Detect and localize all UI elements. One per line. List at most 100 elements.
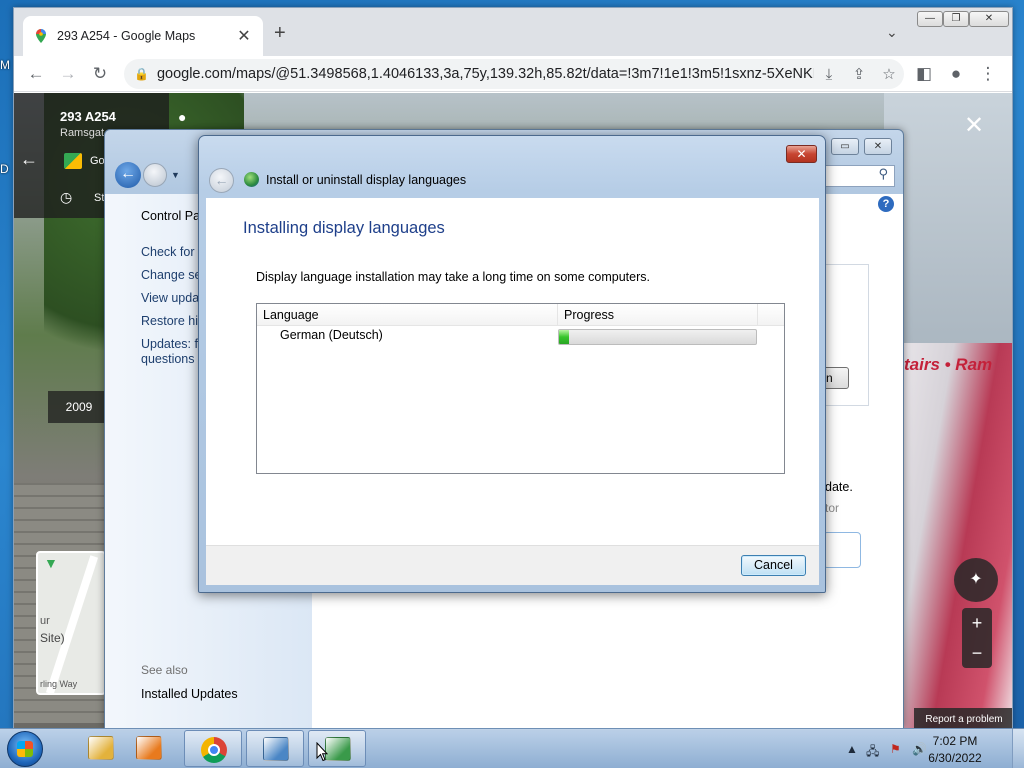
- column-header-language[interactable]: Language: [257, 304, 558, 326]
- language-installer-icon: [325, 737, 351, 761]
- address-bar[interactable]: 🔒 google.com/maps/@51.3498568,1.4046133,…: [124, 59, 904, 89]
- close-street-view-icon[interactable]: ✕: [964, 111, 984, 140]
- reload-icon[interactable]: ↻: [88, 62, 112, 86]
- tab-close-icon[interactable]: ✕: [235, 26, 253, 46]
- tab-search-chevron-icon[interactable]: ⌄: [886, 24, 898, 41]
- clock-time[interactable]: 7:02 PM: [920, 734, 990, 748]
- language-list[interactable]: Language Progress German (Deutsch): [256, 303, 785, 474]
- installed-updates-link[interactable]: Installed Updates: [141, 687, 238, 701]
- google-maps-logo-icon[interactable]: [64, 153, 82, 169]
- update-info-box: [823, 532, 861, 568]
- minimize-button[interactable]: —: [917, 11, 943, 27]
- street-view-town: Ramsgat: [60, 127, 105, 139]
- zoom-in-button[interactable]: +: [962, 608, 992, 638]
- view-update-history-link[interactable]: View updat: [141, 291, 203, 305]
- cp-history-dropdown-icon[interactable]: ▼: [171, 170, 180, 180]
- minimap-road: [45, 555, 99, 693]
- cancel-button[interactable]: Cancel: [741, 555, 806, 576]
- dialog-title: Install or uninstall display languages: [266, 173, 467, 187]
- language-progress-bar: [558, 329, 757, 345]
- cp-search-icon[interactable]: ⚲: [817, 165, 895, 187]
- updates-faq-link[interactable]: Updates: fr: [141, 337, 202, 351]
- cp-forward-arrow-icon[interactable]: [143, 163, 167, 187]
- dialog-heading: Installing display languages: [243, 219, 445, 237]
- minimap-street-name: rling Way: [40, 679, 78, 689]
- tab-strip: 293 A254 - Google Maps ✕ + ⌄ — ❐ ✕: [14, 8, 1012, 56]
- share-icon[interactable]: ⇪: [844, 65, 874, 83]
- google-chrome-icon: [201, 737, 227, 763]
- action-center-flag-icon[interactable]: ⚑: [890, 742, 901, 756]
- dialog-footer: Cancel: [206, 545, 819, 585]
- cp-home-link[interactable]: Control Pa: [141, 209, 200, 223]
- language-list-header: Language Progress: [257, 304, 784, 326]
- street-view-address: 293 A254: [60, 109, 116, 124]
- back-arrow-icon[interactable]: ←: [24, 62, 48, 86]
- bookmark-star-icon[interactable]: ☆: [874, 65, 904, 83]
- dialog-content: Installing display languages Display lan…: [206, 198, 819, 545]
- list-item[interactable]: German (Deutsch): [257, 326, 784, 348]
- control-panel-icon: [263, 737, 289, 761]
- street-view-bus: [899, 343, 1012, 729]
- new-tab-button[interactable]: +: [274, 22, 286, 45]
- location-pin-icon[interactable]: ●: [178, 109, 186, 125]
- progress-bar-fill: [559, 330, 569, 344]
- desktop-text-d: D: [0, 162, 9, 176]
- google-maps-pin-icon: [36, 29, 46, 43]
- lock-icon[interactable]: 🔒: [134, 67, 149, 81]
- cp-maximize-button[interactable]: ▭: [831, 138, 859, 155]
- dialog-close-button[interactable]: ✕: [786, 145, 817, 163]
- taskbar-media-player[interactable]: [120, 730, 178, 767]
- install-updates-button[interactable]: n: [823, 367, 849, 389]
- google-maps-link[interactable]: Go: [90, 155, 105, 167]
- report-problem-link[interactable]: Report a problem: [914, 708, 1012, 729]
- minimap-location-icon: ▼: [44, 555, 58, 571]
- clock-date[interactable]: 6/30/2022: [920, 751, 990, 765]
- bus-lettering: tairs • Ram: [904, 355, 993, 374]
- desktop-text-m: M: [0, 58, 10, 72]
- minimap-label-prefix: ur: [40, 615, 50, 627]
- url-text[interactable]: google.com/maps/@51.3498568,1.4046133,3a…: [157, 66, 814, 82]
- language-name: German (Deutsch): [280, 328, 383, 342]
- profile-avatar-icon[interactable]: ●: [944, 62, 968, 86]
- administrator-text: tor: [825, 501, 840, 515]
- dialog-back-arrow-icon[interactable]: ←: [209, 168, 234, 193]
- dialog-description: Display language installation may take a…: [256, 270, 650, 284]
- show-desktop-button[interactable]: [1012, 729, 1024, 768]
- minimap-label: Site): [40, 631, 65, 645]
- street-view-minimap[interactable]: ▼ ur Site) rling Way: [36, 551, 106, 695]
- restore-hidden-updates-link[interactable]: Restore hid: [141, 314, 205, 328]
- show-hidden-icons-icon[interactable]: ▲: [846, 742, 858, 756]
- mouse-cursor-icon: [316, 742, 328, 762]
- compass-icon[interactable]: ✦: [954, 558, 998, 602]
- taskbar: ▲ 🖧 ⚑ 🔊 7:02 PM 6/30/2022: [0, 728, 1024, 768]
- taskbar-google-chrome[interactable]: [184, 730, 242, 767]
- close-window-button[interactable]: ✕: [969, 11, 1009, 27]
- cp-close-button[interactable]: ✕: [864, 138, 892, 155]
- help-icon[interactable]: ?: [878, 196, 894, 212]
- network-icon[interactable]: 🖧: [866, 742, 879, 763]
- side-panel-icon[interactable]: ◧: [912, 62, 936, 86]
- start-button[interactable]: [7, 731, 43, 767]
- restore-button[interactable]: ❐: [943, 11, 969, 27]
- windows-logo-icon: [17, 741, 33, 757]
- street-view-year[interactable]: 2009: [48, 391, 110, 423]
- column-header-progress[interactable]: Progress: [558, 304, 758, 326]
- see-also-heading: See also: [141, 663, 188, 677]
- forward-arrow-icon[interactable]: →: [56, 62, 80, 86]
- update-status-text: date.: [825, 480, 853, 494]
- cp-back-arrow-icon[interactable]: ←: [115, 162, 141, 188]
- see-more-dates-link[interactable]: St: [94, 192, 104, 204]
- install-languages-dialog: ✕ ← Install or uninstall display languag…: [198, 135, 826, 593]
- check-for-updates-link[interactable]: Check for u: [141, 245, 205, 259]
- back-arrow-icon[interactable]: ←: [20, 149, 38, 170]
- chrome-menu-icon[interactable]: ⋮: [976, 62, 1000, 86]
- windows-explorer-icon: [88, 736, 114, 760]
- taskbar-control-panel[interactable]: [246, 730, 304, 767]
- install-app-icon[interactable]: ⤓: [814, 66, 844, 83]
- zoom-out-button[interactable]: −: [962, 638, 992, 668]
- clock-history-icon[interactable]: ◷: [60, 189, 72, 206]
- chrome-center-icon: [208, 744, 220, 756]
- tab-google-maps[interactable]: 293 A254 - Google Maps ✕: [23, 16, 263, 56]
- change-settings-link[interactable]: Change set: [141, 268, 205, 282]
- updates-faq-link-line2[interactable]: questions: [141, 352, 195, 366]
